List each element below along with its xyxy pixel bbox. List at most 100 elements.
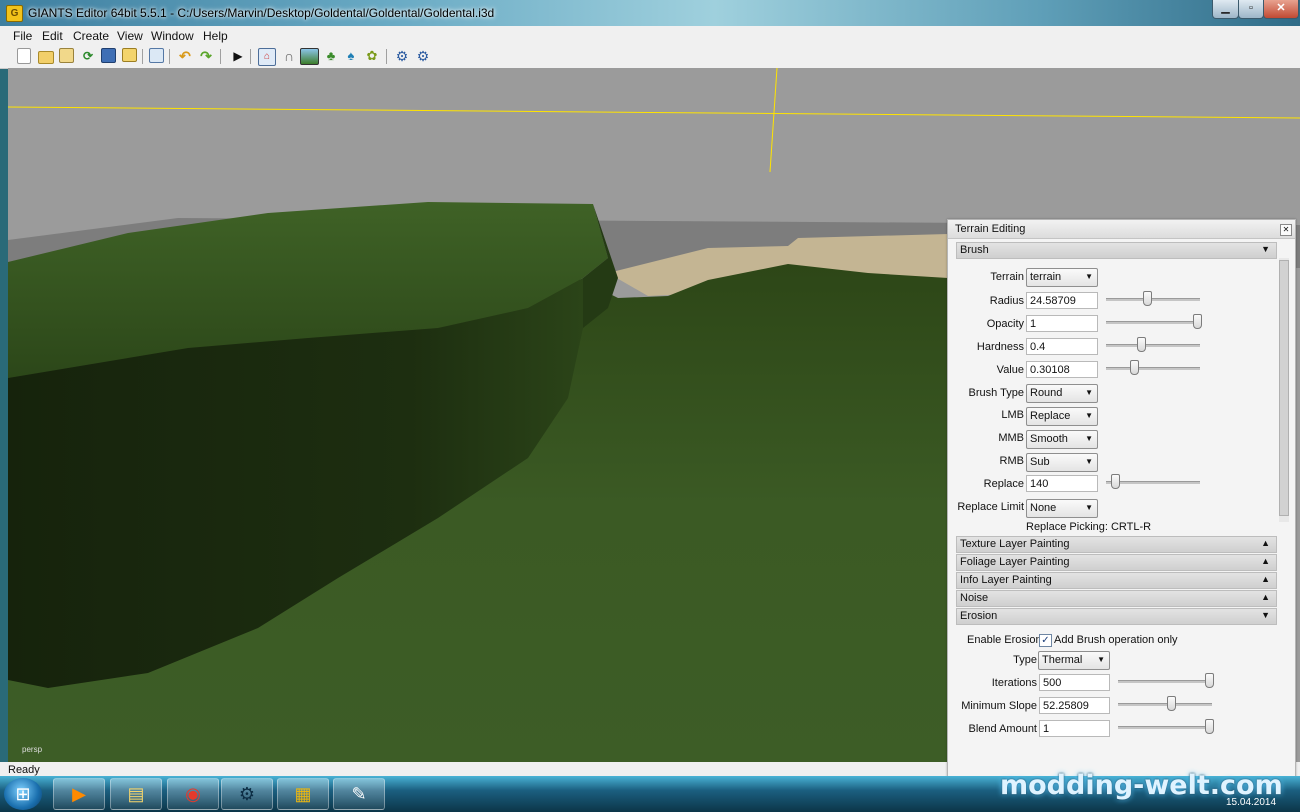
value-slider-track[interactable]	[1106, 367, 1200, 370]
foliage-icon[interactable]: ♠	[343, 48, 359, 64]
add-brush-label: Add Brush operation only	[1054, 634, 1178, 646]
select-icon[interactable]: ⌂	[258, 48, 276, 66]
save-icon[interactable]	[101, 48, 116, 63]
section-brush[interactable]: Brush ▼	[956, 242, 1277, 259]
panel-close-icon[interactable]: ✕	[1280, 224, 1292, 236]
menu-view[interactable]: View	[117, 29, 143, 43]
new-file-icon[interactable]	[17, 48, 31, 64]
chevron-up-icon: ▲	[1261, 574, 1270, 584]
section-erosion[interactable]: Erosion ▼	[956, 608, 1277, 625]
radius-field[interactable]: 24.58709	[1026, 292, 1098, 309]
add-brush-checkbox[interactable]: ✓	[1039, 634, 1052, 647]
brush-type-label: Brush Type	[968, 387, 1024, 399]
replace-slider-track[interactable]	[1106, 481, 1200, 484]
start-button[interactable]: ⊞	[4, 778, 42, 810]
reload-icon[interactable]	[149, 48, 164, 63]
window-title: GIANTS Editor 64bit 5.5.1 - C:/Users/Mar…	[28, 6, 495, 20]
refresh-icon[interactable]: ⟳	[80, 48, 96, 64]
terrain-select[interactable]: terrain ▼	[1026, 268, 1098, 287]
replace-field[interactable]: 140	[1026, 475, 1098, 492]
steam-icon[interactable]: ⚙	[221, 778, 273, 810]
value-field[interactable]: 0.30108	[1026, 361, 1098, 378]
radius-slider-track[interactable]	[1106, 298, 1200, 301]
settings-icon[interactable]: ⚙	[394, 48, 410, 64]
min-slope-label: Minimum Slope	[961, 700, 1037, 712]
iterations-label: Iterations	[991, 677, 1037, 689]
menu-file[interactable]: File	[13, 29, 32, 43]
hardness-slider-thumb[interactable]	[1136, 337, 1146, 352]
terrain-sculpt-icon[interactable]	[300, 48, 319, 65]
erosion-type-label: Type	[1013, 654, 1037, 666]
panel-scrollbar-thumb[interactable]	[1279, 260, 1289, 516]
section-erosion-label: Erosion	[960, 610, 998, 622]
iterations-slider-track[interactable]	[1118, 680, 1212, 683]
opacity-slider-track[interactable]	[1106, 321, 1200, 324]
giants-editor-icon[interactable]: ▦	[277, 778, 329, 810]
mmb-select[interactable]: Smooth ▼	[1026, 430, 1098, 449]
menu-window[interactable]: Window	[151, 29, 194, 43]
brush-type-select[interactable]: Round ▼	[1026, 384, 1098, 403]
replace-slider-thumb[interactable]	[1111, 474, 1121, 489]
menu-edit[interactable]: Edit	[42, 29, 63, 43]
minimize-button[interactable]: ▁	[1212, 0, 1239, 19]
blend-amount-slider-track[interactable]	[1118, 726, 1212, 729]
section-foliage-layer[interactable]: Foliage Layer Painting ▲	[956, 554, 1277, 571]
blend-amount-field[interactable]: 1	[1039, 720, 1110, 737]
rmb-select[interactable]: Sub ▼	[1026, 453, 1098, 472]
menu-help[interactable]: Help	[203, 29, 228, 43]
file-explorer-icon[interactable]: ▤	[110, 778, 162, 810]
paint-icon[interactable]: ♣	[323, 48, 339, 64]
min-slope-field[interactable]: 52.25809	[1039, 697, 1110, 714]
panel-title-bar[interactable]: Terrain Editing ✕	[948, 220, 1295, 239]
menu-create[interactable]: Create	[73, 29, 109, 43]
section-foliage-label: Foliage Layer Painting	[960, 556, 1070, 568]
terrain-select-value: terrain	[1030, 271, 1062, 283]
min-slope-slider-thumb[interactable]	[1166, 696, 1176, 711]
lmb-select[interactable]: Replace ▼	[1026, 407, 1098, 426]
menu-bar: File Edit Create View Window Help	[0, 26, 1300, 45]
giants-app-icon: G	[6, 5, 23, 22]
foliage-paint-icon[interactable]: ✿	[364, 48, 380, 64]
settings-alt-icon[interactable]: ⚙	[415, 48, 431, 64]
iterations-slider-thumb[interactable]	[1205, 673, 1215, 688]
min-slope-slider-track[interactable]	[1118, 703, 1212, 706]
chevron-down-icon: ▼	[1261, 244, 1270, 254]
replace-limit-select[interactable]: None ▼	[1026, 499, 1098, 518]
opacity-field[interactable]: 1	[1026, 315, 1098, 332]
chevron-down-icon: ▼	[1085, 388, 1093, 397]
snap-icon[interactable]: ∩	[281, 48, 297, 64]
radius-slider-thumb[interactable]	[1143, 291, 1153, 306]
blend-amount-slider-thumb[interactable]	[1205, 719, 1215, 734]
replace-picking-hint: Replace Picking: CRTL-R	[1026, 521, 1152, 533]
paint-app-icon[interactable]: ✎	[333, 778, 385, 810]
maximize-button[interactable]: ▫	[1238, 0, 1264, 19]
panel-title: Terrain Editing	[955, 223, 1026, 235]
mmb-value: Smooth	[1030, 433, 1068, 445]
mmb-label: MMB	[998, 432, 1024, 444]
enable-erosion-label: Enable Erosion	[967, 634, 1042, 646]
section-texture-layer[interactable]: Texture Layer Painting ▲	[956, 536, 1277, 553]
lmb-value: Replace	[1030, 410, 1071, 422]
play-icon[interactable]: ▶	[230, 48, 246, 64]
export-icon[interactable]	[122, 48, 137, 62]
hardness-field[interactable]: 0.4	[1026, 338, 1098, 355]
undo-icon[interactable]: ↶	[177, 48, 193, 64]
opacity-slider-thumb[interactable]	[1193, 314, 1203, 329]
chrome-icon[interactable]: ◉	[167, 778, 219, 810]
value-slider-thumb[interactable]	[1130, 360, 1140, 375]
section-info-label: Info Layer Painting	[960, 574, 1052, 586]
close-button[interactable]: ✕	[1263, 0, 1299, 19]
redo-icon[interactable]: ↷	[198, 48, 214, 64]
media-player-icon[interactable]: ▶	[53, 778, 105, 810]
hardness-slider-track[interactable]	[1106, 344, 1200, 347]
open-folder-icon[interactable]	[38, 51, 54, 64]
iterations-field[interactable]: 500	[1039, 674, 1110, 691]
replace-limit-label: Replace Limit	[957, 501, 1024, 513]
erosion-type-value: Thermal	[1042, 654, 1083, 666]
section-info-layer[interactable]: Info Layer Painting ▲	[956, 572, 1277, 589]
title-bar[interactable]: G GIANTS Editor 64bit 5.5.1 - C:/Users/M…	[0, 0, 1300, 26]
edit-icon[interactable]	[59, 48, 74, 63]
section-noise[interactable]: Noise ▲	[956, 590, 1277, 607]
rmb-value: Sub	[1030, 456, 1050, 468]
erosion-type-select[interactable]: Thermal ▼	[1038, 651, 1110, 670]
